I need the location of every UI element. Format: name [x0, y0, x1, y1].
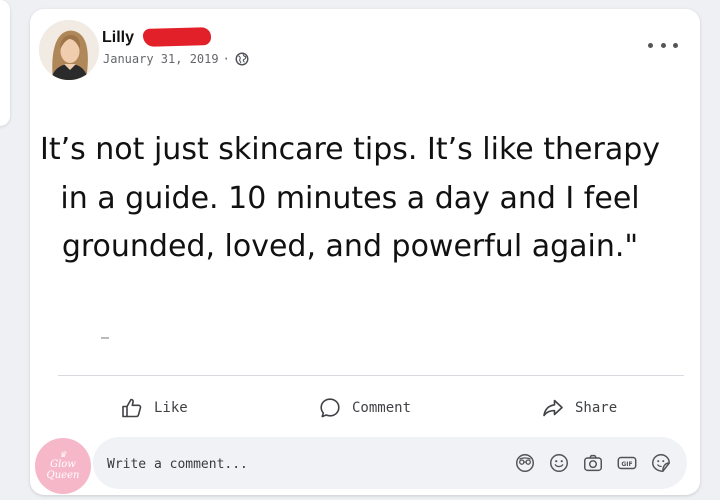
comment-button[interactable]: Comment — [318, 391, 411, 425]
glow-queen-logo: ♛ Glow Queen — [46, 450, 80, 482]
commenter-avatar[interactable]: ♛ Glow Queen — [35, 438, 91, 494]
svg-text:GIF: GIF — [621, 461, 632, 468]
like-label: Like — [154, 400, 188, 416]
logo-line-2: Queen — [46, 470, 80, 481]
post-text: It’s not just skincare tips. It’s like t… — [39, 132, 661, 264]
share-button[interactable]: Share — [541, 391, 617, 425]
comment-icon — [320, 398, 340, 418]
post-date[interactable]: January 31, 2019 — [103, 52, 219, 66]
gif-icon[interactable]: GIF — [616, 452, 638, 474]
avatar-sticker-icon[interactable] — [514, 452, 536, 474]
comment-label: Comment — [352, 400, 412, 416]
author-avatar[interactable] — [39, 20, 99, 80]
redaction-mark — [142, 27, 212, 47]
author-photo — [39, 20, 99, 80]
comment-composer: GIF — [93, 437, 687, 489]
more-dot-icon — [660, 42, 666, 48]
post-card: Lilly January 31, 2019 · It’s not just s… — [30, 9, 700, 495]
author-name[interactable]: Lilly — [102, 29, 134, 47]
image-speck — [101, 337, 109, 339]
comment-input[interactable] — [105, 451, 489, 477]
sticker-icon[interactable] — [650, 452, 672, 474]
logo-crown-icon: ♛ — [59, 450, 67, 459]
more-dot-icon — [648, 42, 653, 48]
more-options-button[interactable] — [648, 35, 678, 55]
more-dot-icon — [673, 42, 678, 48]
post-meta: January 31, 2019 · — [103, 52, 249, 66]
like-button[interactable]: Like — [120, 391, 188, 425]
camera-icon[interactable] — [582, 452, 604, 474]
emoji-icon[interactable] — [548, 452, 570, 474]
action-divider — [58, 375, 684, 376]
background-card-edge — [0, 0, 10, 126]
share-icon — [543, 399, 563, 417]
thumbs-up-icon — [122, 398, 142, 418]
share-label: Share — [575, 400, 618, 416]
logo-line-1: Glow — [50, 459, 76, 470]
globe-icon[interactable] — [235, 52, 249, 66]
meta-separator: · — [222, 52, 230, 66]
